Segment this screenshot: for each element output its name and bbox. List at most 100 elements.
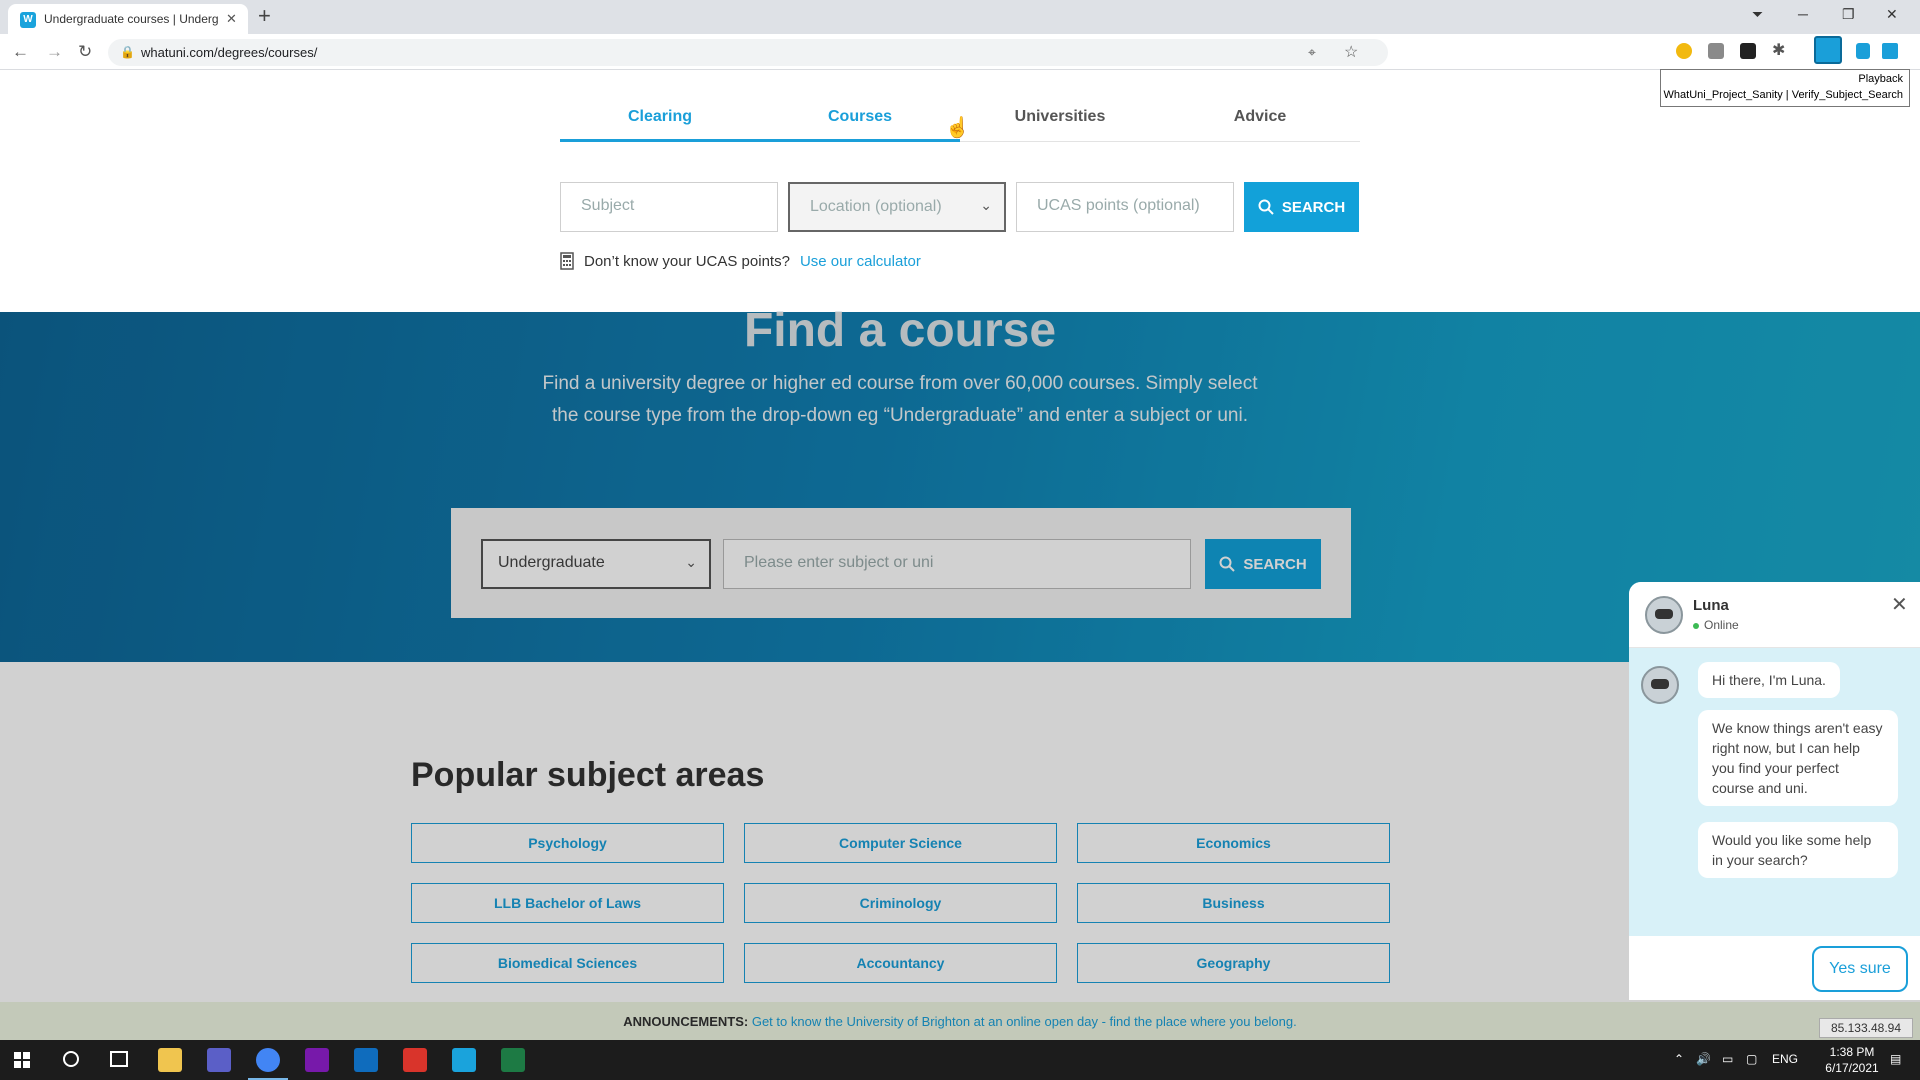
subject-economics[interactable]: Economics [1077,823,1390,863]
clock[interactable]: 1:38 PM 6/17/2021 [1822,1044,1882,1076]
subject-or-uni-input[interactable]: Please enter subject or uni [723,539,1191,589]
minimize-icon[interactable]: ─ [1798,6,1808,22]
subject-criminology[interactable]: Criminology [744,883,1057,923]
ucas-calculator-row: Don’t know your UCAS points? Use our cal… [560,252,921,270]
ucas-points-input[interactable]: UCAS points (optional) [1016,182,1234,232]
back-icon[interactable]: ← [12,42,29,62]
nav-active-indicator [560,139,960,142]
task-view-icon[interactable] [110,1051,128,1067]
chat-message: We know things aren't easy right now, bu… [1698,710,1898,806]
window-close-icon[interactable]: ✕ [1886,6,1898,23]
chrome-icon[interactable] [256,1048,280,1072]
outlook-icon[interactable] [354,1048,378,1072]
tab-search-icon[interactable]: ⏷ [1752,6,1763,23]
reload-icon[interactable]: ↻ [78,42,92,62]
location-select-label: Location (optional) [810,198,942,215]
language-indicator[interactable]: ENG [1772,1052,1798,1066]
subject-business[interactable]: Business [1077,883,1390,923]
subject-computer-science[interactable]: Computer Science [744,823,1057,863]
subject-biomedical-sciences[interactable]: Biomedical Sciences [411,943,724,983]
lock-icon: 🔒 [120,45,135,59]
tooltip-title: Playback [1858,73,1903,85]
hero-search-button[interactable]: SEARCH [1205,539,1321,589]
ip-badge: 85.133.48.94 [1819,1018,1913,1038]
excel-icon[interactable] [501,1048,525,1072]
subject-geography[interactable]: Geography [1077,943,1390,983]
calculator-link[interactable]: Use our calculator [800,253,921,270]
search-icon [1258,199,1274,215]
bookmark-star-icon[interactable]: ☆ [1344,42,1358,62]
address-bar[interactable]: 🔒 whatuni.com/degrees/courses/ ⌖ ☆ [108,39,1388,66]
nav-tab-advice[interactable]: Advice [1160,108,1360,126]
file-explorer-icon[interactable] [158,1048,182,1072]
windows-taskbar: ⌃ 🔊 ▭ ▢ ENG 1:38 PM 6/17/2021 ▤ [0,1040,1920,1080]
extensions-puzzle-icon[interactable]: ✱ [1772,40,1788,59]
stop-icon[interactable] [1882,43,1898,59]
wifi-icon[interactable]: ▢ [1746,1052,1757,1066]
browser-tab[interactable]: W Undergraduate courses | Underg ✕ [8,4,248,34]
clock-date: 6/17/2021 [1825,1061,1879,1075]
course-type-select[interactable]: Undergraduate ⌄ [481,539,711,589]
subject-llb-bachelor-of-laws[interactable]: LLB Bachelor of Laws [411,883,724,923]
browser-toolbar: ← → ↻ 🔒 whatuni.com/degrees/courses/ ⌖ ☆… [0,34,1920,70]
chat-close-icon[interactable]: ✕ [1891,592,1908,617]
nav-tab-courses[interactable]: Courses [760,108,960,126]
tooltip-detail: WhatUni_Project_Sanity | Verify_Subject_… [1663,89,1903,101]
playback-tooltip: Playback WhatUni_Project_Sanity | Verify… [1660,69,1910,107]
chat-message: Hi there, I'm Luna. [1698,662,1840,698]
recorder-app-icon[interactable] [452,1048,476,1072]
subject-input[interactable]: Subject [560,182,778,232]
yes-sure-button[interactable]: Yes sure [1812,946,1908,992]
restore-icon[interactable]: ❐ [1842,6,1855,23]
subject-accountancy[interactable]: Accountancy [744,943,1057,983]
hero-description: Find a university degree or higher ed co… [542,373,1258,426]
chevron-down-icon: ⌄ [685,554,697,570]
chat-header: Luna Online ✕ [1629,582,1920,648]
top-search-label: SEARCH [1281,198,1346,216]
subject-psychology[interactable]: Psychology [411,823,724,863]
top-search-button[interactable]: SEARCH [1244,182,1359,232]
ucas-question: Don’t know your UCAS points? [584,252,790,270]
teams-icon[interactable] [207,1048,231,1072]
search-icon [1219,556,1236,572]
whatuni-favicon-icon: W [20,12,36,28]
recorder-extension-icon[interactable] [1814,36,1842,64]
tab-title: Undergraduate courses | Underg [44,12,219,26]
hand-cursor-icon: ☝ [945,117,970,139]
network-icon[interactable]: ▭ [1722,1052,1733,1066]
nav-tab-clearing[interactable]: Clearing [560,108,760,126]
onenote-icon[interactable] [305,1048,329,1072]
clock-time: 1:38 PM [1829,1045,1875,1059]
chat-message: Would you like some help in your search? [1698,822,1898,878]
new-tab-icon[interactable]: + [258,4,271,28]
chat-widget: Luna Online ✕ Hi there, I'm Luna. We kno… [1629,582,1920,1000]
browser-tabstrip: W Undergraduate courses | Underg ✕ + ⏷ ─… [0,0,1920,34]
hero-search-label: SEARCH [1243,555,1307,573]
announcement-bar: ANNOUNCEMENTS: Get to know the Universit… [0,1002,1920,1040]
luna-avatar-icon [1645,596,1683,634]
tab-close-icon[interactable]: ✕ [226,11,237,27]
calculator-icon [560,252,574,270]
chat-footer: Yes sure [1629,936,1920,1000]
app-red-icon[interactable] [403,1048,427,1072]
chevron-down-icon: ⌄ [980,197,992,213]
course-type-value: Undergraduate [498,554,605,571]
location-icon[interactable]: ⌖ [1308,44,1316,61]
announcement-link[interactable]: Get to know the University of Brighton a… [752,1014,1297,1029]
extension-1-icon[interactable] [1676,43,1692,59]
windows-start-icon[interactable] [14,1052,30,1068]
extension-3-icon[interactable] [1740,43,1756,59]
luna-avatar-icon [1641,666,1679,704]
tray-chevron-icon[interactable]: ⌃ [1674,1052,1684,1066]
pause-icon[interactable] [1856,43,1870,59]
cortana-search-icon[interactable] [63,1051,79,1067]
url-text: whatuni.com/degrees/courses/ [141,45,318,60]
notification-icon[interactable]: ▤ [1890,1052,1901,1066]
chat-agent-name: Luna [1693,597,1729,614]
volume-icon[interactable]: 🔊 [1696,1052,1711,1066]
forward-icon[interactable]: → [46,42,63,62]
nav-tab-universities[interactable]: Universities [960,108,1160,126]
chat-status: Online [1693,618,1739,632]
extension-2-icon[interactable] [1708,43,1724,59]
location-select[interactable]: Location (optional) ⌄ [788,182,1006,232]
